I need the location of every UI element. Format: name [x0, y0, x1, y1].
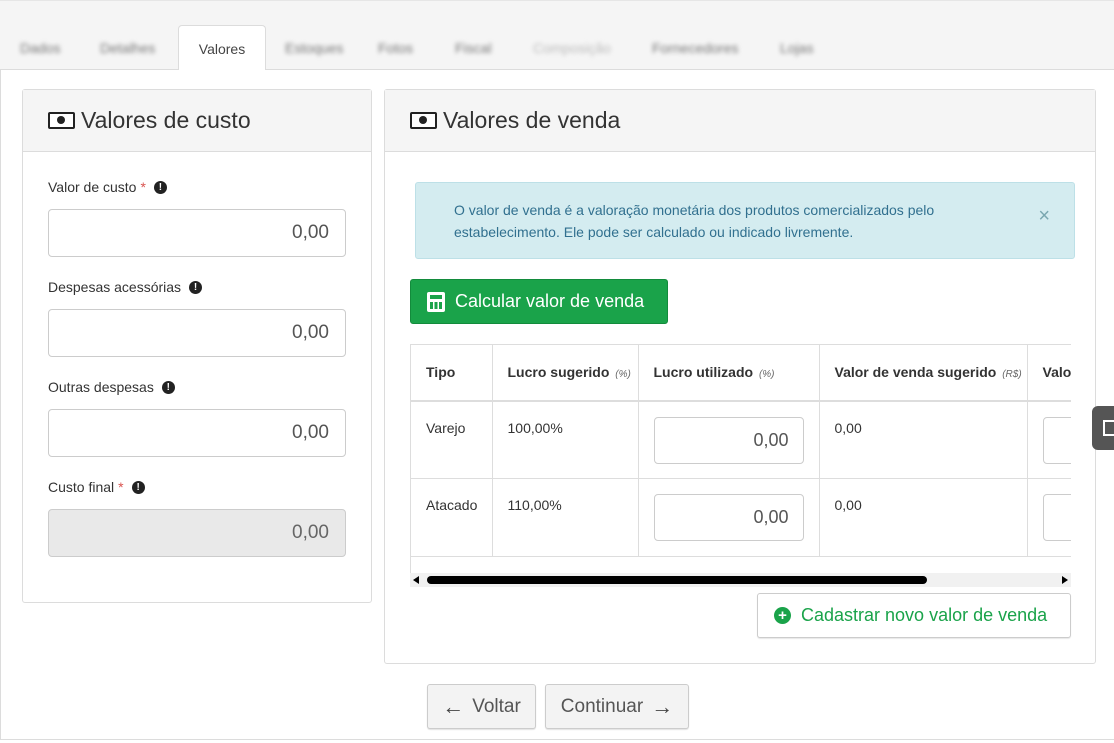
info-alert-text: O valor de venda é a valoração monetária… — [454, 202, 935, 240]
money-icon — [410, 112, 437, 129]
cell-lucro-utilizado — [638, 478, 820, 557]
table-row: Atacado 110,00% 0,00 — [411, 478, 1071, 557]
custo-final-input — [48, 509, 346, 557]
col-unit: (%) — [615, 369, 631, 381]
cell-valor — [1027, 478, 1071, 557]
col-valor-sugerido: Valor de venda sugerido (R$) — [819, 344, 1028, 402]
col-unit: (%) — [758, 369, 775, 381]
col-valor: Valo — [1027, 344, 1072, 402]
required-mark: * — [118, 479, 124, 495]
tab-valores[interactable]: Valores — [178, 25, 266, 72]
lucro-utilizado-input[interactable] — [653, 416, 804, 464]
outras-despesas-input[interactable] — [48, 409, 346, 457]
table-horizontal-scrollbar[interactable] — [410, 573, 1071, 587]
valores-venda-table: Tipo Lucro sugerido (%) Lucro utilizado … — [410, 344, 1071, 573]
arrow-left-icon: ← — [442, 693, 465, 719]
outras-despesas-label-text: Outras despesas — [48, 379, 154, 395]
despesas-input[interactable] — [48, 309, 346, 357]
continuar-button[interactable]: Continuar → — [545, 684, 689, 729]
col-tipo-label: Tipo — [426, 364, 456, 381]
calcular-valor-label: Calcular valor de venda — [455, 291, 645, 311]
tab-fiscal[interactable]: Fiscal — [455, 25, 492, 71]
required-mark: * — [140, 179, 146, 195]
col-valor-label: Valo — [1042, 364, 1072, 381]
table-row: Varejo 100,00% 0,00 — [411, 400, 1071, 479]
valor-custo-label: Valor de custo * ! — [48, 179, 167, 195]
arrow-right-icon: → — [651, 693, 674, 719]
cell-valor-sugerido: 0,00 — [819, 400, 1028, 479]
cell-valor-sugerido: 0,00 — [819, 478, 1028, 557]
valor-venda-input[interactable] — [1042, 494, 1071, 541]
table-header-row: Tipo Lucro sugerido (%) Lucro utilizado … — [411, 344, 1072, 402]
cell-valor — [1027, 400, 1071, 479]
cadastrar-valor-venda-button[interactable]: + Cadastrar novo valor de venda — [757, 593, 1071, 638]
info-alert: O valor de venda é a valoração monetária… — [415, 182, 1075, 259]
col-unit: (R$) — [1002, 369, 1022, 381]
col-tipo: Tipo — [411, 344, 493, 402]
continuar-label: Continuar — [560, 695, 644, 717]
col-lucro-utilizado: Lucro utilizado (%) — [638, 344, 820, 402]
plus-circle-icon: + — [774, 607, 791, 624]
cell-lucro-sugerido: 110,00% — [492, 478, 639, 557]
tab-bar: Dados Detalhes Valores Estoques Fotos Fi… — [0, 0, 1114, 72]
custo-panel-header: Valores de custo — [23, 90, 371, 152]
valor-custo-input[interactable] — [48, 209, 346, 257]
despesas-label-text: Despesas acessórias — [48, 279, 182, 295]
cell-lucro-utilizado — [638, 400, 820, 479]
col-lucro-sugerido: Lucro sugerido (%) — [492, 344, 639, 402]
lucro-utilizado-input[interactable] — [653, 494, 804, 541]
info-exclamation-icon[interactable]: ! — [153, 180, 167, 194]
venda-panel: Valores de venda O valor de venda é a va… — [384, 89, 1096, 664]
venda-panel-header: Valores de venda — [385, 90, 1095, 152]
custo-final-label-text: Custo final — [48, 479, 115, 495]
col-lucro-sugerido-label: Lucro sugerido — [507, 364, 610, 381]
info-exclamation-icon[interactable]: ! — [131, 480, 145, 494]
custo-panel-title: Valores de custo — [81, 107, 251, 133]
scroll-left-arrow-icon[interactable] — [413, 576, 419, 584]
col-lucro-utilizado-label: Lucro utilizado — [653, 364, 754, 381]
tab-lojas[interactable]: Lojas — [780, 25, 813, 71]
tab-detalhes[interactable]: Detalhes — [100, 25, 155, 71]
custo-final-label: Custo final * ! — [48, 479, 145, 495]
money-icon — [48, 112, 75, 129]
valor-custo-label-text: Valor de custo — [48, 179, 137, 195]
tab-composicao[interactable]: Composição — [533, 25, 611, 71]
outras-despesas-label: Outras despesas ! — [48, 379, 175, 395]
scroll-right-arrow-icon[interactable] — [1062, 576, 1068, 584]
close-icon[interactable]: × — [1038, 205, 1050, 228]
scrollbar-thumb[interactable] — [427, 576, 927, 584]
info-exclamation-icon[interactable]: ! — [161, 380, 175, 394]
voltar-button[interactable]: ← Voltar — [427, 684, 536, 729]
custo-panel: Valores de custo Valor de custo * ! Desp… — [22, 89, 372, 603]
tab-estoques[interactable]: Estoques — [285, 25, 343, 71]
despesas-label: Despesas acessórias ! — [48, 279, 203, 295]
voltar-label: Voltar — [472, 695, 521, 717]
venda-panel-title: Valores de venda — [443, 107, 621, 133]
tab-fotos[interactable]: Fotos — [378, 25, 413, 71]
cell-tipo: Atacado — [411, 478, 493, 557]
calcular-valor-button[interactable]: Calcular valor de venda — [410, 279, 668, 324]
tab-dados[interactable]: Dados — [20, 25, 60, 71]
info-exclamation-icon[interactable]: ! — [189, 280, 203, 294]
cadastrar-valor-venda-label: Cadastrar novo valor de venda — [801, 605, 1048, 625]
col-valor-sugerido-label: Valor de venda sugerido — [834, 364, 997, 381]
cell-lucro-sugerido: 100,00% — [492, 400, 639, 479]
side-feedback-tab[interactable] — [1092, 406, 1114, 450]
tab-fornecedores[interactable]: Fornecedores — [652, 25, 738, 71]
valor-venda-input[interactable] — [1042, 416, 1071, 464]
calculator-icon — [427, 291, 445, 312]
tab-content: Valores de custo Valor de custo * ! Desp… — [0, 70, 1114, 740]
cell-tipo: Varejo — [411, 400, 493, 479]
